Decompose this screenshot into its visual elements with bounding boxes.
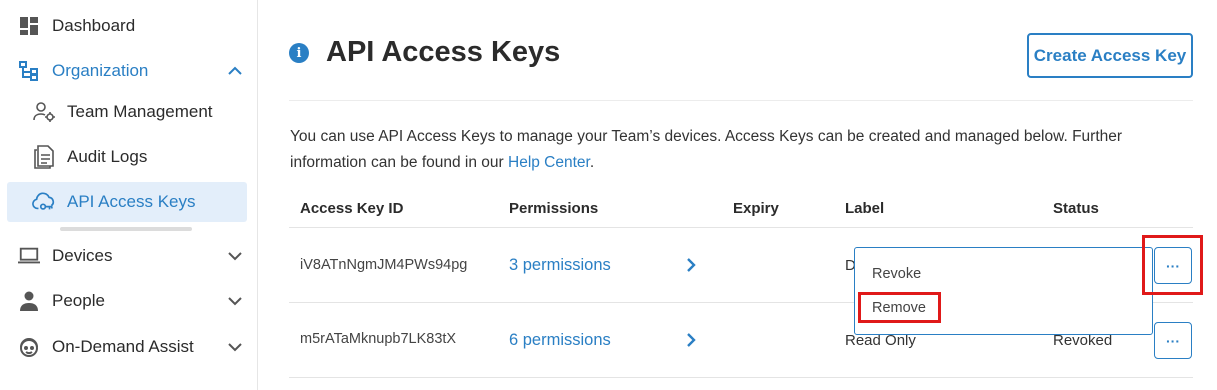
permissions-link[interactable]: 3 permissions (509, 256, 611, 275)
sidebar-item-team-management[interactable]: Team Management (7, 92, 247, 132)
team-management-icon (32, 100, 56, 124)
divider (289, 100, 1193, 101)
sidebar-item-label: Devices (52, 246, 113, 265)
column-header-permissions[interactable]: Permissions (509, 200, 598, 217)
sidebar-item-label: Dashboard (52, 16, 136, 35)
access-key-id: iV8ATnNgmJM4PWs94pg (300, 257, 468, 273)
more-options-button[interactable]: ··· (1154, 247, 1192, 284)
column-header-status[interactable]: Status (1053, 200, 1099, 217)
column-header-label[interactable]: Label (845, 200, 884, 217)
help-center-link[interactable]: Help Center (508, 154, 590, 171)
create-access-key-button[interactable]: Create Access Key (1027, 33, 1193, 78)
sidebar-item-label: People (52, 291, 105, 310)
description-text: You can use API Access Keys to manage yo… (290, 128, 1123, 171)
person-icon (18, 290, 40, 312)
sidebar-item-label: On-Demand Assist (52, 337, 194, 356)
main-content: i API Access Keys Create Access Key You … (259, 0, 1217, 390)
more-options-button[interactable]: ··· (1154, 322, 1192, 359)
sidebar-item-dashboard[interactable]: Dashboard (0, 6, 258, 46)
menu-item-remove[interactable]: Remove (872, 300, 926, 316)
actions-dropdown: Revoke Remove (854, 247, 1153, 335)
sidebar-item-label: Organization (52, 61, 149, 80)
description-text-end: . (589, 154, 595, 171)
column-header-access-key-id[interactable]: Access Key ID (300, 200, 403, 217)
sidebar-item-audit-logs[interactable]: Audit Logs (7, 137, 247, 177)
chevron-right-icon[interactable] (683, 257, 699, 273)
sidebar-item-api-access-keys[interactable]: API Access Keys (7, 182, 247, 222)
cloud-key-icon (32, 190, 56, 214)
sidebar-item-on-demand-assist[interactable]: On-Demand Assist (0, 327, 258, 367)
laptop-icon (18, 245, 40, 267)
dashboard-icon (18, 15, 40, 37)
scrollbar[interactable] (60, 227, 192, 231)
sidebar-item-label: Team Management (67, 102, 213, 121)
description: You can use API Access Keys to manage yo… (290, 124, 1170, 176)
chevron-down-icon[interactable] (225, 337, 245, 357)
organization-icon (18, 60, 40, 82)
menu-item-revoke[interactable]: Revoke (872, 266, 921, 282)
info-icon[interactable]: i (289, 43, 309, 63)
page-title: API Access Keys (326, 36, 561, 68)
assist-icon (18, 336, 40, 358)
divider (289, 227, 1193, 228)
sidebar-item-organization[interactable]: Organization (0, 51, 258, 91)
chevron-up-icon[interactable] (225, 61, 245, 81)
sidebar-item-people[interactable]: People (0, 281, 258, 321)
sidebar-item-devices[interactable]: Devices (0, 236, 258, 276)
permissions-link[interactable]: 6 permissions (509, 331, 611, 350)
column-header-expiry[interactable]: Expiry (733, 200, 779, 217)
sidebar-item-label: Audit Logs (67, 147, 148, 166)
sidebar-item-label: API Access Keys (67, 192, 196, 211)
access-key-id: m5rATaMknupb7LK83tX (300, 331, 457, 347)
chevron-down-icon[interactable] (225, 291, 245, 311)
audit-logs-icon (32, 145, 56, 169)
sidebar: Dashboard Organization Team Management A… (0, 0, 258, 390)
chevron-right-icon[interactable] (683, 332, 699, 348)
chevron-down-icon[interactable] (225, 246, 245, 266)
divider (289, 377, 1193, 378)
